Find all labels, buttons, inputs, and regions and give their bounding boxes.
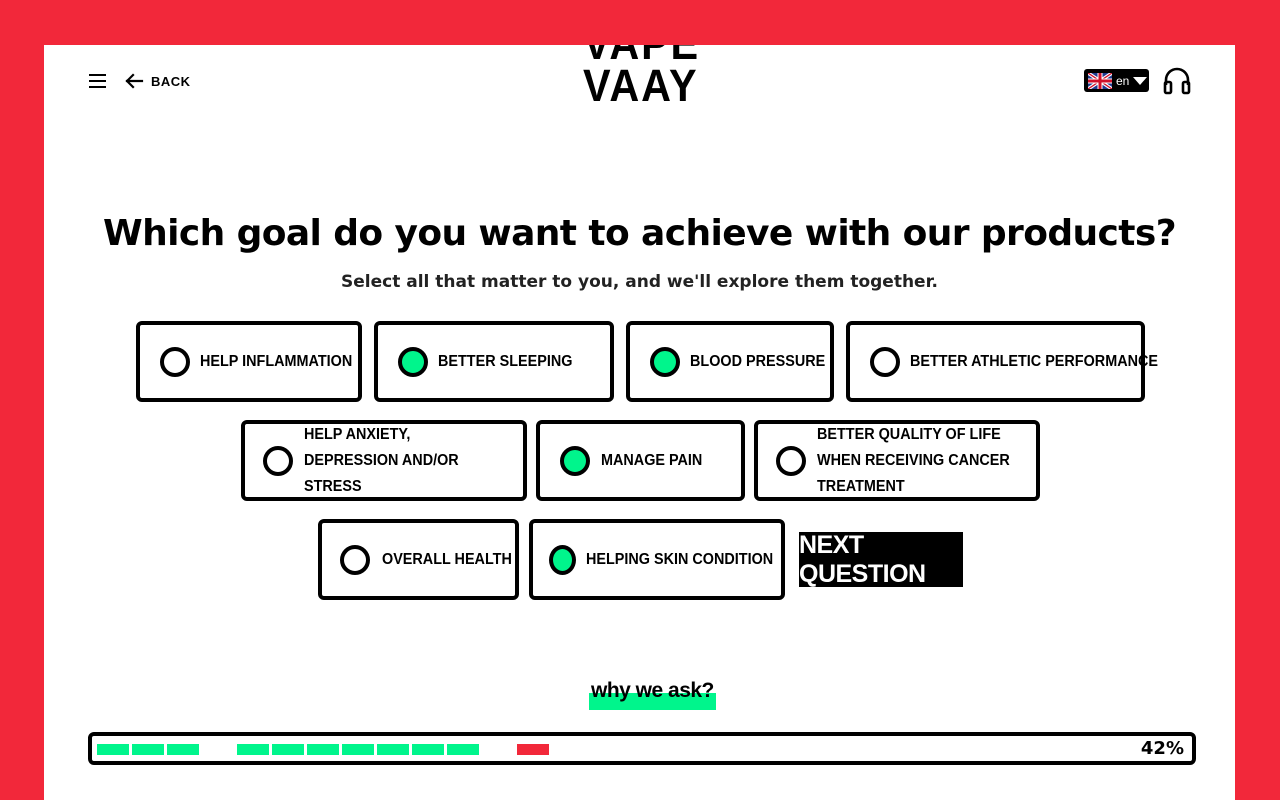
why-we-ask-link[interactable]: why we ask?	[589, 679, 716, 710]
option-manage-pain[interactable]: MANAGE PAIN	[536, 420, 745, 501]
progress-segment-current	[517, 744, 549, 755]
logo-line-2: VAAY	[582, 60, 699, 111]
radio-indicator	[398, 346, 428, 377]
option-label: BETTER ATHLETIC PERFORMANCE	[910, 352, 1158, 370]
radio-indicator	[160, 346, 190, 377]
logo[interactable]: VAPE VAAY	[582, 45, 699, 111]
option-overall-health[interactable]: OVERALL HEALTH	[318, 519, 519, 600]
progress-segment-done	[412, 744, 444, 755]
headphones-icon[interactable]	[1162, 65, 1192, 95]
option-label: OVERALL HEALTH	[382, 550, 512, 568]
progress-bar: 42%	[88, 732, 1196, 765]
next-question-button[interactable]: NEXT QUESTION	[799, 531, 963, 588]
progress-percent: 42%	[1140, 738, 1184, 759]
radio-indicator	[560, 445, 590, 476]
option-better-athletic-performance[interactable]: BETTER ATHLETIC PERFORMANCE	[846, 321, 1158, 402]
hamburger-menu-icon[interactable]	[89, 74, 106, 88]
progress-segment-done	[272, 744, 304, 755]
radio-indicator	[776, 445, 806, 476]
radio-indicator	[549, 544, 576, 575]
option-better-quality-of-life-cancer[interactable]: BETTER QUALITY OF LIFE WHEN RECEIVING CA…	[754, 420, 1040, 501]
option-label: HELP ANXIETY, DEPRESSION AND/OR STRESS	[304, 425, 459, 495]
back-label: BACK	[151, 73, 191, 89]
progress-segment-done	[132, 744, 164, 755]
option-label: BETTER SLEEPING	[438, 352, 573, 370]
caret-down-icon	[1133, 76, 1148, 85]
arrow-left-icon	[125, 73, 144, 89]
option-label: MANAGE PAIN	[601, 451, 703, 469]
option-label: HELPING SKIN CONDITION	[586, 550, 774, 568]
language-code: en	[1116, 73, 1130, 88]
progress-segment-done	[377, 744, 409, 755]
progress-segment-done	[342, 744, 374, 755]
progress-segment-done	[447, 744, 479, 755]
option-helping-skin-condition[interactable]: HELPING SKIN CONDITION	[529, 519, 785, 600]
language-selector[interactable]: en	[1084, 69, 1149, 92]
progress-segment-done	[307, 744, 339, 755]
question-subtitle: Select all that matter to you, and we'll…	[340, 272, 939, 292]
radio-indicator	[263, 445, 293, 476]
quiz-page: BACK VAPE VAAY en Which goal do you want…	[44, 45, 1235, 800]
option-label: HELP INFLAMMATION	[200, 352, 353, 370]
option-help-inflammation[interactable]: HELP INFLAMMATION	[136, 321, 362, 402]
radio-indicator	[340, 544, 370, 575]
uk-flag-icon	[1088, 72, 1112, 89]
option-help-anxiety-depression-stress[interactable]: HELP ANXIETY, DEPRESSION AND/OR STRESS	[241, 420, 527, 501]
progress-segment-done	[167, 744, 199, 755]
option-label: BLOOD PRESSURE	[690, 352, 826, 370]
progress-segment-done	[237, 744, 269, 755]
radio-indicator	[650, 346, 680, 377]
radio-indicator	[870, 346, 900, 377]
question-title: Which goal do you want to achieve with o…	[102, 213, 1177, 254]
option-blood-pressure[interactable]: BLOOD PRESSURE	[626, 321, 834, 402]
option-label: BETTER QUALITY OF LIFE WHEN RECEIVING CA…	[817, 425, 1010, 495]
option-better-sleeping[interactable]: BETTER SLEEPING	[374, 321, 614, 402]
back-button[interactable]: BACK	[124, 71, 191, 91]
progress-segment-done	[97, 744, 129, 755]
